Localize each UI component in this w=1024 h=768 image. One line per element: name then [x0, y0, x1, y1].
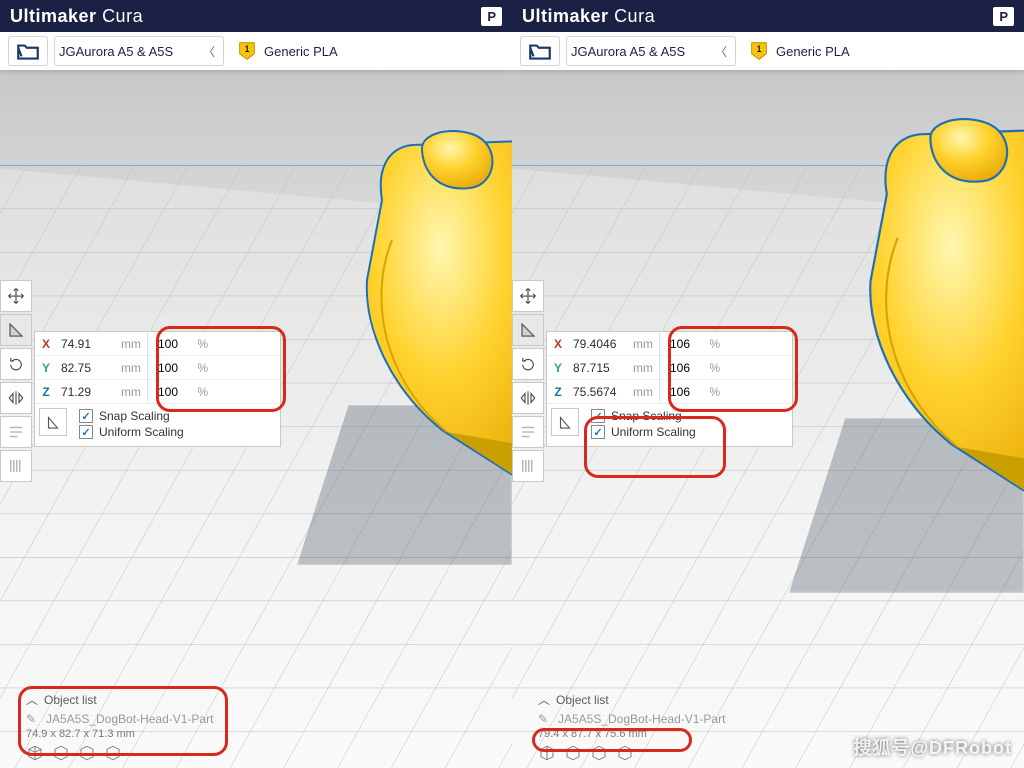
- titlebar: Ultimaker Cura P: [0, 0, 512, 32]
- chevron-left-icon: 〈: [707, 43, 735, 60]
- scale-x-mm[interactable]: 74.91: [57, 337, 121, 351]
- tool-support-blocker[interactable]: [512, 450, 544, 482]
- tool-rotate[interactable]: [0, 348, 32, 380]
- extruder-badge-icon: 1: [748, 40, 770, 62]
- material-name: Generic PLA: [776, 44, 850, 59]
- tool-sidebar: [512, 280, 544, 484]
- chevron-up-icon: ︿: [538, 691, 550, 708]
- reset-scale-button[interactable]: [39, 408, 67, 436]
- printer-name: JGAurora A5 & A5S: [567, 44, 695, 59]
- tool-scale[interactable]: [512, 314, 544, 346]
- open-file-button[interactable]: [8, 36, 48, 66]
- scale-y-mm[interactable]: 87.715: [569, 361, 633, 375]
- view-mode-icons: [26, 744, 122, 762]
- tool-support-blocker[interactable]: [0, 450, 32, 482]
- object-list[interactable]: ︿ Object list ✎ JA5A5S_DogBot-Head-V1-Part…: [26, 691, 213, 740]
- scale-y-mm[interactable]: 82.75: [57, 361, 121, 375]
- top-toolbar: JGAurora A5 & A5S 〈 1 Generic PLA: [512, 32, 1024, 70]
- cube-icon[interactable]: [616, 744, 634, 762]
- tool-rotate[interactable]: [512, 348, 544, 380]
- scale-x-pct[interactable]: 100: [148, 337, 196, 351]
- scale-z-pct[interactable]: 100: [148, 385, 196, 399]
- object-dimensions: 74.9 x 82.7 x 71.3 mm: [26, 728, 213, 740]
- scale-x-mm[interactable]: 79.4046: [569, 337, 633, 351]
- tool-mirror[interactable]: [0, 382, 32, 414]
- material-selector[interactable]: 1 Generic PLA: [230, 36, 338, 66]
- material-name: Generic PLA: [264, 44, 338, 59]
- object-name: JA5A5S_DogBot-Head-V1-Part: [46, 712, 213, 726]
- scale-x-pct[interactable]: 106: [660, 337, 708, 351]
- printer-name: JGAurora A5 & A5S: [55, 44, 183, 59]
- cube-icon[interactable]: [26, 744, 44, 762]
- right-pane: Ultimaker Cura P JGAurora A5 & A5S 〈 1 G…: [512, 0, 1024, 768]
- scale-y-pct[interactable]: 100: [148, 361, 196, 375]
- tool-move[interactable]: [512, 280, 544, 312]
- scale-panel: X 74.91 mm 100 % Y 82.75 mm 100 % Z 71.2…: [34, 331, 281, 447]
- cube-icon[interactable]: [52, 744, 70, 762]
- scale-z-mm[interactable]: 71.29: [57, 385, 121, 399]
- axis-z-label: Z: [551, 385, 565, 399]
- folder-open-icon: [15, 40, 41, 62]
- left-pane: Ultimaker Cura P JGAurora A5 & A5S 〈 1 G…: [0, 0, 512, 768]
- cube-icon[interactable]: [538, 744, 556, 762]
- open-file-button[interactable]: [520, 36, 560, 66]
- titlebar: Ultimaker Cura P: [512, 0, 1024, 32]
- reset-scale-button[interactable]: [551, 408, 579, 436]
- app-brand: Ultimaker Cura: [522, 6, 655, 27]
- tool-sidebar: [0, 280, 32, 484]
- object-list[interactable]: ︿ Object list ✎ JA5A5S_DogBot-Head-V1-Part…: [538, 691, 725, 740]
- object-name: JA5A5S_DogBot-Head-V1-Part: [558, 712, 725, 726]
- axis-z-label: Z: [39, 385, 53, 399]
- tool-per-model[interactable]: [0, 416, 32, 448]
- cube-icon[interactable]: [590, 744, 608, 762]
- app-brand: Ultimaker Cura: [10, 6, 143, 27]
- scale-panel: X 79.4046 mm 106 % Y 87.715 mm 106 % Z 7…: [546, 331, 793, 447]
- printer-selector[interactable]: JGAurora A5 & A5S 〈: [54, 36, 224, 66]
- object-list-title: Object list: [556, 693, 609, 707]
- svg-text:1: 1: [756, 44, 761, 54]
- scale-z-pct[interactable]: 106: [660, 385, 708, 399]
- uniform-scaling-checkbox[interactable]: ✓Uniform Scaling: [79, 425, 184, 439]
- titlebar-button[interactable]: P: [481, 7, 502, 26]
- object-list-title: Object list: [44, 693, 97, 707]
- uniform-scaling-checkbox[interactable]: ✓Uniform Scaling: [591, 425, 696, 439]
- view-mode-icons: [538, 744, 634, 762]
- material-selector[interactable]: 1 Generic PLA: [742, 36, 850, 66]
- axis-y-label: Y: [39, 361, 53, 375]
- folder-open-icon: [527, 40, 553, 62]
- scale-y-pct[interactable]: 106: [660, 361, 708, 375]
- chevron-up-icon: ︿: [26, 691, 38, 708]
- watermark: 搜狐号@DFRobot: [853, 734, 1012, 760]
- pencil-icon: ✎: [538, 712, 552, 726]
- tool-mirror[interactable]: [512, 382, 544, 414]
- extruder-badge-icon: 1: [236, 40, 258, 62]
- axis-x-label: X: [39, 337, 53, 351]
- snap-scaling-checkbox[interactable]: ✓Snap Scaling: [591, 409, 696, 423]
- axis-y-label: Y: [551, 361, 565, 375]
- snap-scaling-checkbox[interactable]: ✓Snap Scaling: [79, 409, 184, 423]
- titlebar-button[interactable]: P: [993, 7, 1014, 26]
- svg-text:1: 1: [244, 44, 249, 54]
- chevron-left-icon: 〈: [195, 43, 223, 60]
- tool-move[interactable]: [0, 280, 32, 312]
- top-toolbar: JGAurora A5 & A5S 〈 1 Generic PLA: [0, 32, 512, 70]
- cube-icon[interactable]: [564, 744, 582, 762]
- object-dimensions: 79.4 x 87.7 x 75.6 mm: [538, 728, 725, 740]
- tool-scale[interactable]: [0, 314, 32, 346]
- cube-icon[interactable]: [104, 744, 122, 762]
- cube-icon[interactable]: [78, 744, 96, 762]
- printer-selector[interactable]: JGAurora A5 & A5S 〈: [566, 36, 736, 66]
- scale-z-mm[interactable]: 75.5674: [569, 385, 633, 399]
- axis-x-label: X: [551, 337, 565, 351]
- pencil-icon: ✎: [26, 712, 40, 726]
- tool-per-model[interactable]: [512, 416, 544, 448]
